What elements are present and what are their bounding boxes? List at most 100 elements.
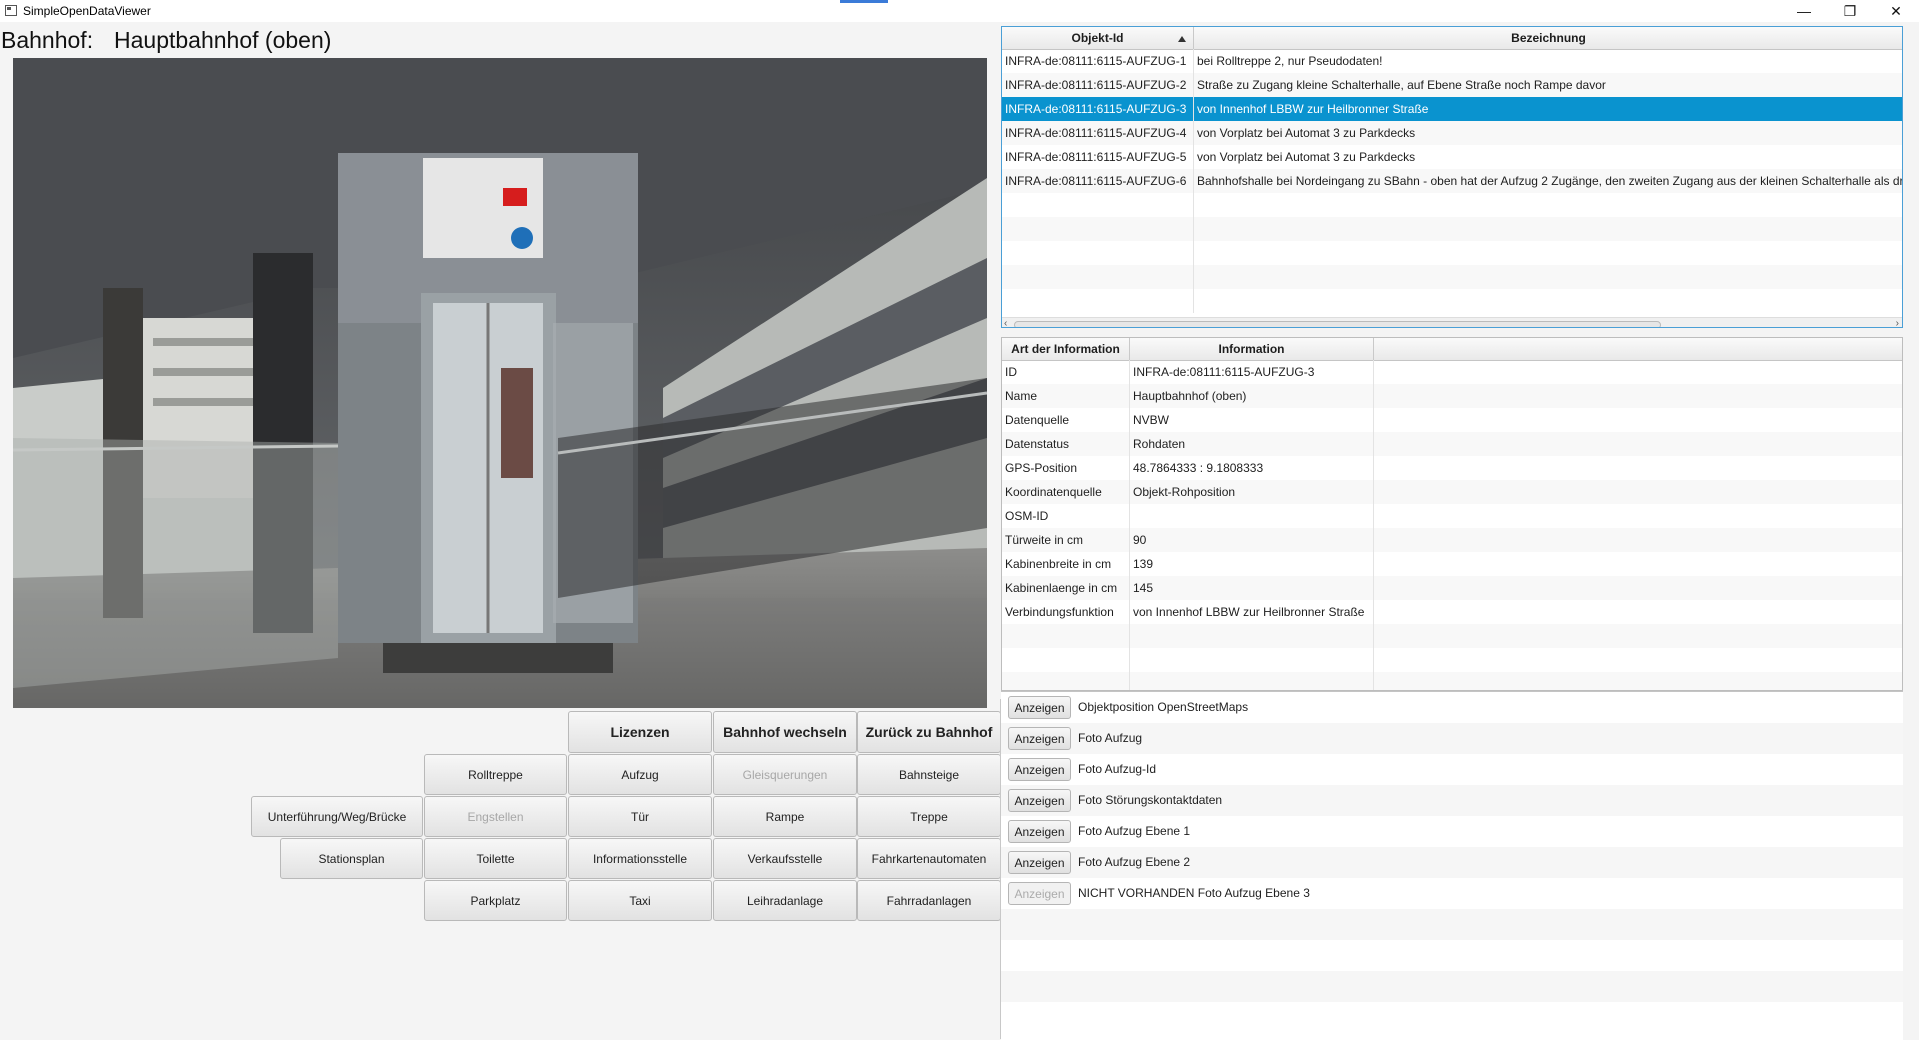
fahrkartenautomaten-button[interactable]: Fahrkartenautomaten <box>857 838 1001 879</box>
table-row[interactable]: GPS-Position 48.7864333 : 9.1808333 <box>1002 456 1902 480</box>
cell-bezeichnung: Straße zu Zugang kleine Schalterhalle, a… <box>1194 73 1902 97</box>
title-bar: SimpleOpenDataViewer — ❐ ✕ <box>0 0 1919 22</box>
column-header-information[interactable]: Information <box>1130 338 1374 360</box>
fahrradanlagen-button[interactable]: Fahrradanlagen <box>857 880 1001 921</box>
table-row[interactable] <box>1002 241 1902 265</box>
table-row[interactable] <box>1002 193 1902 217</box>
table-row[interactable]: INFRA-de:08111:6115-AUFZUG-5 von Vorplatz… <box>1002 145 1902 169</box>
link-row: Anzeigen Foto Aufzug Ebene 2 <box>1001 847 1903 878</box>
cell-information: 139 <box>1130 552 1374 576</box>
cell-information: 48.7864333 : 9.1808333 <box>1130 456 1374 480</box>
verkaufsstelle-button[interactable]: Verkaufsstelle <box>713 838 857 879</box>
cell-information: von Innenhof LBBW zur Heilbronner Straße <box>1130 600 1374 624</box>
rampe-button[interactable]: Rampe <box>713 796 857 837</box>
horizontal-scrollbar[interactable]: ‹ › <box>1002 317 1902 327</box>
cell-information: INFRA-de:08111:6115-AUFZUG-3 <box>1130 360 1374 384</box>
cell-objekt-id <box>1002 265 1194 289</box>
cell-filler <box>1374 600 1902 624</box>
cell-filler <box>1374 672 1902 690</box>
anzeigen-button[interactable]: Anzeigen <box>1008 696 1071 719</box>
leihradanlage-button[interactable]: Leihradanlage <box>713 880 857 921</box>
toilette-button[interactable]: Toilette <box>424 838 567 879</box>
stationsplan-button[interactable]: Stationsplan <box>280 838 423 879</box>
anzeigen-button[interactable]: Anzeigen <box>1008 851 1071 874</box>
unterfuehrung-button[interactable]: Unterführung/Weg/Brücke <box>251 796 423 837</box>
link-label: Foto Aufzug Ebene 2 <box>1078 855 1191 869</box>
table-row[interactable]: ID INFRA-de:08111:6115-AUFZUG-3 <box>1002 360 1902 384</box>
table-row[interactable] <box>1002 648 1902 672</box>
table-row[interactable]: Kabinenlaenge in cm 145 <box>1002 576 1902 600</box>
table-row[interactable] <box>1002 672 1902 690</box>
restore-icon[interactable]: ❐ <box>1827 0 1873 22</box>
cell-objekt-id: INFRA-de:08111:6115-AUFZUG-2 <box>1002 73 1194 97</box>
anzeigen-button[interactable]: Anzeigen <box>1008 758 1071 781</box>
zurueck-zu-bahnhof-button[interactable]: Zurück zu Bahnhof <box>857 711 1001 753</box>
scrollbar-thumb[interactable] <box>1014 321 1661 327</box>
table-row[interactable]: INFRA-de:08111:6115-AUFZUG-6 Bahnhofshall… <box>1002 169 1902 193</box>
close-icon[interactable]: ✕ <box>1873 0 1919 22</box>
cell-objekt-id: INFRA-de:08111:6115-AUFZUG-5 <box>1002 145 1194 169</box>
taxi-button[interactable]: Taxi <box>568 880 712 921</box>
cell-information <box>1130 648 1374 672</box>
table-row[interactable]: Datenstatus Rohdaten <box>1002 432 1902 456</box>
table-row[interactable]: INFRA-de:08111:6115-AUFZUG-4 von Vorplatz… <box>1002 121 1902 145</box>
table-row[interactable] <box>1002 217 1902 241</box>
informationsstelle-button[interactable]: Informationsstelle <box>568 838 712 879</box>
column-header-bezeichnung[interactable]: Bezeichnung <box>1194 27 1902 49</box>
cell-bezeichnung <box>1194 265 1902 289</box>
column-header-art[interactable]: Art der Information <box>1002 338 1130 360</box>
scroll-left-icon[interactable]: ‹ <box>1004 318 1007 327</box>
cell-art: OSM-ID <box>1002 504 1130 528</box>
bahnsteige-button[interactable]: Bahnsteige <box>857 754 1001 795</box>
link-row: Anzeigen Objektposition OpenStreetMaps <box>1001 692 1903 723</box>
cell-bezeichnung: Bahnhofshalle bei Nordeingang zu SBahn -… <box>1194 169 1902 193</box>
link-label: NICHT VORHANDEN Foto Aufzug Ebene 3 <box>1078 886 1310 900</box>
tuer-button[interactable]: Tür <box>568 796 712 837</box>
lizenzen-button[interactable]: Lizenzen <box>568 711 712 753</box>
info-table[interactable]: Art der Information Information ID INFRA-… <box>1001 337 1903 691</box>
table-row[interactable]: INFRA-de:08111:6115-AUFZUG-2 Straße zu Zu… <box>1002 73 1902 97</box>
window-title: SimpleOpenDataViewer <box>23 4 151 18</box>
table-row[interactable]: Koordinatenquelle Objekt-Rohposition <box>1002 480 1902 504</box>
cell-art: Datenstatus <box>1002 432 1130 456</box>
parkplatz-button[interactable]: Parkplatz <box>424 880 567 921</box>
cell-objekt-id: INFRA-de:08111:6115-AUFZUG-3 <box>1002 97 1194 121</box>
engstellen-button[interactable]: Engstellen <box>424 796 567 837</box>
sort-ascending-icon[interactable] <box>1178 36 1186 42</box>
treppe-button[interactable]: Treppe <box>857 796 1001 837</box>
table-row[interactable] <box>1002 624 1902 648</box>
table-row[interactable] <box>1002 289 1902 313</box>
column-header-objekt-id[interactable]: Objekt-Id <box>1002 27 1194 49</box>
rolltreppe-button[interactable]: Rolltreppe <box>424 754 567 795</box>
table-row[interactable]: OSM-ID <box>1002 504 1902 528</box>
table-row[interactable]: Kabinenbreite in cm 139 <box>1002 552 1902 576</box>
bahnhof-wechseln-button[interactable]: Bahnhof wechseln <box>713 711 857 753</box>
table-row[interactable]: Name Hauptbahnhof (oben) <box>1002 384 1902 408</box>
scroll-right-icon[interactable]: › <box>1896 318 1899 327</box>
link-label: Foto Aufzug <box>1078 731 1143 745</box>
table-row[interactable]: Datenquelle NVBW <box>1002 408 1902 432</box>
anzeigen-button[interactable]: Anzeigen <box>1008 789 1071 812</box>
link-row: Anzeigen Foto Aufzug <box>1001 723 1903 754</box>
table-row[interactable]: INFRA-de:08111:6115-AUFZUG-1 bei Rolltrep… <box>1002 49 1902 73</box>
link-label: Foto Aufzug-Id <box>1078 762 1157 776</box>
cell-objekt-id: INFRA-de:08111:6115-AUFZUG-4 <box>1002 121 1194 145</box>
anzeigen-button[interactable]: Anzeigen <box>1008 882 1071 905</box>
table-row[interactable]: INFRA-de:08111:6115-AUFZUG-3 von Innenhof… <box>1002 97 1902 121</box>
minimize-icon[interactable]: — <box>1781 0 1827 22</box>
table-row[interactable] <box>1002 265 1902 289</box>
app-icon <box>5 5 17 16</box>
cell-art: Name <box>1002 384 1130 408</box>
cell-bezeichnung <box>1194 241 1902 265</box>
anzeigen-button[interactable]: Anzeigen <box>1008 727 1071 750</box>
table-row[interactable]: Türweite in cm 90 <box>1002 528 1902 552</box>
cell-art <box>1002 672 1130 690</box>
objects-table[interactable]: Objekt-Id Bezeichnung INFRA-de:08111:611… <box>1001 26 1903 328</box>
aufzug-button[interactable]: Aufzug <box>568 754 712 795</box>
link-row: Anzeigen Foto Störungskontaktdaten <box>1001 785 1903 816</box>
table-row[interactable]: Verbindungsfunktion von Innenhof LBBW zur… <box>1002 600 1902 624</box>
anzeigen-button[interactable]: Anzeigen <box>1008 820 1071 843</box>
link-row <box>1001 1002 1903 1033</box>
cell-information: Objekt-Rohposition <box>1130 480 1374 504</box>
gleisquerungen-button[interactable]: Gleisquerungen <box>713 754 857 795</box>
